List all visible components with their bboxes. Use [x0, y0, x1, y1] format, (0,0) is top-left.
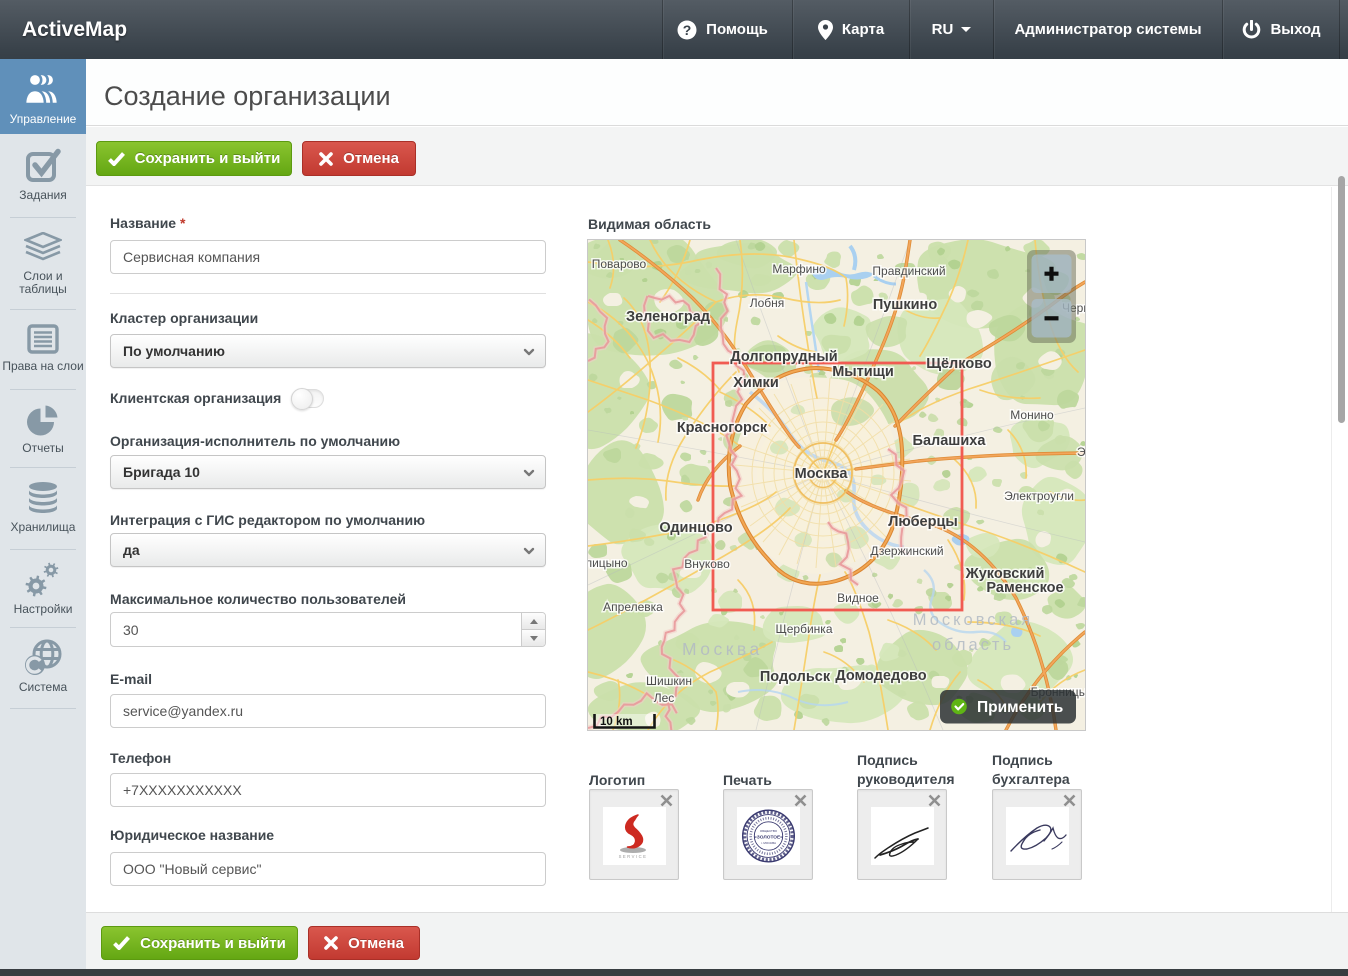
svg-text:Марфино: Марфино: [772, 262, 826, 276]
svg-text:Монино: Монино: [1010, 408, 1054, 422]
svg-text:Электроугли: Электроугли: [1004, 489, 1074, 503]
svg-text:область: область: [932, 636, 1014, 654]
svg-text:Электр: Электр: [1077, 445, 1085, 459]
svg-text:Химки: Химки: [733, 375, 778, 391]
svg-text:Видное: Видное: [837, 591, 879, 605]
svg-text:Москва: Москва: [795, 466, 849, 482]
svg-text:Одинцово: Одинцово: [659, 520, 732, 536]
svg-text:?: ?: [683, 21, 692, 37]
svg-text:Подольск: Подольск: [760, 669, 831, 685]
svg-text:Пушкино: Пушкино: [873, 297, 938, 313]
svg-text:Голицыно: Голицыно: [588, 556, 628, 570]
svg-text:Домодедово: Домодедово: [835, 668, 926, 684]
svg-text:Шишкин: Шишкин: [646, 674, 692, 688]
svg-text:10 km: 10 km: [600, 716, 633, 728]
svg-text:«ЗОЛОТОЕ»: «ЗОЛОТОЕ»: [754, 834, 783, 840]
svg-text:Апрелевка: Апрелевка: [603, 600, 663, 614]
svg-text:Зеленоград: Зеленоград: [626, 309, 710, 325]
svg-text:Московская: Московская: [913, 611, 1033, 629]
svg-text:Балашиха: Балашиха: [913, 433, 987, 449]
svg-text:Мытищи: Мытищи: [832, 364, 894, 380]
svg-text:SERVICE: SERVICE: [619, 854, 648, 859]
svg-text:Красногорск: Красногорск: [677, 420, 768, 436]
svg-text:ОБЩЕСТВО: ОБЩЕСТВО: [760, 829, 778, 833]
svg-text:Раменское: Раменское: [986, 580, 1063, 596]
svg-text:Лобня: Лобня: [750, 296, 785, 310]
svg-text:Лес: Лес: [654, 691, 675, 705]
svg-text:Щербинка: Щербинка: [776, 622, 833, 636]
svg-text:Правдинский: Правдинский: [872, 264, 945, 278]
svg-text:Люберцы: Люберцы: [888, 514, 958, 530]
svg-text:Поварово: Поварово: [592, 257, 647, 271]
svg-text:Дзержинский: Дзержинский: [870, 544, 943, 558]
svg-text:Долгопрудный: Долгопрудный: [730, 349, 837, 365]
svg-text:г. МОСКВА: г. МОСКВА: [761, 841, 776, 845]
svg-text:Внуково: Внуково: [684, 557, 730, 571]
svg-text:Москва: Москва: [682, 639, 763, 659]
svg-text:Применить: Применить: [977, 699, 1063, 716]
svg-text:Щёлково: Щёлково: [926, 356, 992, 372]
